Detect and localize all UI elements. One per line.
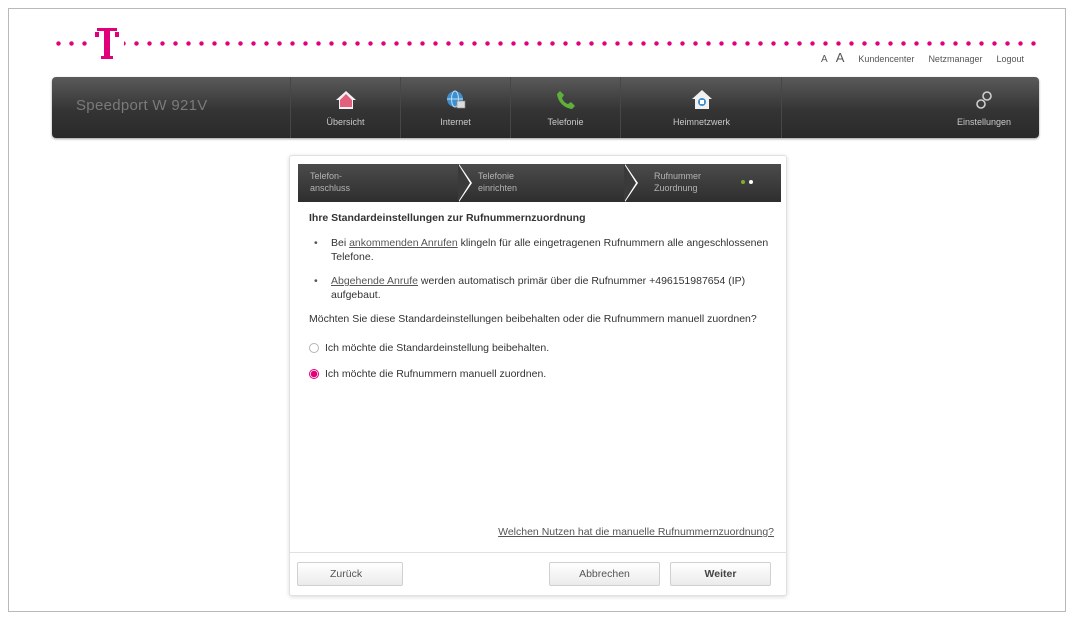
- manual-assignment-help-link[interactable]: Welchen Nutzen hat die manuelle Rufnumme…: [498, 526, 774, 538]
- telekom-logo[interactable]: [90, 26, 124, 62]
- house-icon: [335, 91, 356, 109]
- radio-assign-manually[interactable]: [309, 369, 319, 379]
- settings-icon: [976, 91, 992, 109]
- option-label: Ich möchte die Standardeinstellung beibe…: [325, 342, 550, 354]
- radio-keep-defaults[interactable]: [309, 343, 319, 353]
- step-line1: Telefon-: [310, 171, 343, 181]
- question-text: Möchten Sie diese Standardeinstellungen …: [309, 313, 757, 325]
- back-button[interactable]: Zurück: [297, 562, 403, 586]
- wizard-footer: Zurück Abbrechen Weiter: [290, 552, 786, 596]
- wizard-step-telefonie-einrichten[interactable]: Telefonie einrichten: [458, 164, 638, 202]
- incoming-calls-link[interactable]: ankommenden Anrufen: [349, 237, 458, 249]
- step-line1: Telefonie: [478, 171, 515, 181]
- step-line1: Rufnummer: [654, 171, 702, 181]
- next-button[interactable]: Weiter: [670, 562, 771, 586]
- option-assign-manually[interactable]: Ich möchte die Rufnummern manuell zuordn…: [309, 368, 774, 380]
- wizard-content: Ihre Standardeinstellungen zur Rufnummer…: [309, 212, 774, 538]
- nav-label: Internet: [440, 117, 471, 127]
- nav-label: Telefonie: [547, 117, 584, 127]
- wizard-step-rufnummer-zuordnung[interactable]: Rufnummer Zuordnung: [624, 164, 781, 202]
- step-arrow: [458, 164, 470, 202]
- list-item: Bei ankommenden Anrufen klingeln für all…: [309, 236, 774, 264]
- main-navbar: Speedport W 921V Übersicht Internet Tele…: [52, 77, 1039, 138]
- globe-icon: [446, 90, 465, 109]
- settings-list: Bei ankommenden Anrufen klingeln für all…: [309, 236, 774, 302]
- step-line2: Zuordnung: [654, 183, 698, 193]
- font-size-large-button[interactable]: A: [836, 50, 845, 65]
- brand-dot-line: [52, 41, 1036, 46]
- nav-item-uebersicht[interactable]: Übersicht: [290, 77, 400, 138]
- list-item: Abgehende Anrufe werden automatisch prim…: [309, 274, 774, 302]
- progress-dot: [741, 180, 745, 184]
- wizard-panel: Telefon- anschluss Telefonie einrichten …: [289, 155, 787, 596]
- device-name: Speedport W 921V: [76, 97, 208, 114]
- netzmanager-link[interactable]: Netzmanager: [928, 54, 982, 64]
- logout-link[interactable]: Logout: [996, 54, 1024, 64]
- nav-divider: [781, 77, 782, 138]
- kundencenter-link[interactable]: Kundencenter: [858, 54, 914, 64]
- outgoing-calls-link[interactable]: Abgehende Anrufe: [331, 275, 418, 287]
- progress-dot: [749, 180, 753, 184]
- bullet1-prefix: Bei: [331, 237, 350, 249]
- option-keep-defaults[interactable]: Ich möchte die Standardeinstellung beibe…: [309, 342, 774, 354]
- font-size-small-button[interactable]: A: [821, 54, 828, 65]
- nav-item-telefonie[interactable]: Telefonie: [510, 77, 620, 138]
- nav-label: Heimnetzwerk: [672, 117, 730, 127]
- phone-icon: [556, 91, 575, 109]
- wizard-heading: Ihre Standardeinstellungen zur Rufnummer…: [309, 212, 586, 224]
- step-line2: anschluss: [310, 183, 351, 193]
- cancel-button[interactable]: Abbrechen: [549, 562, 660, 586]
- step-line2: einrichten: [478, 183, 518, 193]
- nav-item-heimnetzwerk[interactable]: Heimnetzwerk: [620, 77, 782, 138]
- telekom-t-icon: [95, 26, 119, 59]
- step-progress-indicator: [741, 180, 753, 184]
- wizard-step-telefonanschluss[interactable]: Telefon- anschluss: [298, 164, 472, 202]
- top-links: A A Kundencenter Netzmanager Logout: [821, 50, 1024, 65]
- home-network-icon: [691, 90, 712, 109]
- step-arrow: [624, 164, 636, 202]
- nav-label: Übersicht: [326, 117, 365, 127]
- nav-item-internet[interactable]: Internet: [400, 77, 510, 138]
- option-label: Ich möchte die Rufnummern manuell zuordn…: [325, 368, 547, 380]
- nav-item-einstellungen[interactable]: Einstellungen: [929, 77, 1039, 138]
- wizard-steps: Telefon- anschluss Telefonie einrichten …: [298, 164, 781, 202]
- nav-label: Einstellungen: [956, 117, 1012, 127]
